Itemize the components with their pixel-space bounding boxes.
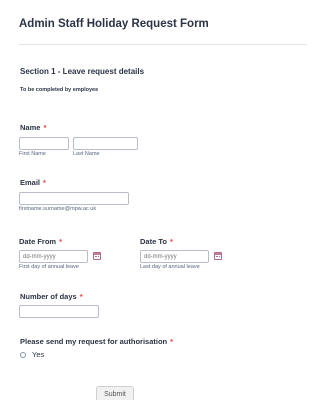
number-of-days-input[interactable]	[19, 305, 99, 318]
required-mark: *	[43, 178, 46, 187]
name-label-text: Name	[20, 123, 41, 132]
title-divider	[19, 44, 307, 45]
calendar-icon[interactable]	[214, 252, 222, 260]
authorisation-yes-label[interactable]: Yes	[32, 350, 44, 359]
authorisation-yes-radio[interactable]	[20, 352, 26, 358]
date-to-label-text: Date To	[140, 237, 167, 246]
last-name-input[interactable]	[73, 137, 138, 150]
email-label: Email *	[20, 178, 46, 187]
date-from-input[interactable]	[19, 250, 88, 263]
date-from-sublabel: First day of annual leave	[19, 264, 79, 270]
form-title: Admin Staff Holiday Request Form	[19, 18, 209, 30]
submit-button[interactable]: Submit	[96, 386, 134, 400]
authorisation-label: Please send my request for authorisation…	[20, 337, 173, 346]
required-mark: *	[170, 337, 174, 346]
email-input[interactable]	[19, 192, 129, 205]
section-title: Section 1 - Leave request details	[20, 67, 145, 76]
email-sublabel: firstname.surname@mpw.ac.uk	[19, 206, 97, 212]
last-name-sublabel: Last Name	[73, 151, 100, 157]
calendar-icon[interactable]	[93, 252, 101, 260]
email-label-text: Email	[20, 178, 41, 187]
date-to-label: Date To *	[140, 237, 173, 246]
required-mark: *	[43, 123, 47, 132]
section-subtitle: To be completed by employee	[20, 87, 99, 93]
number-of-days-label: Number of days *	[20, 292, 83, 301]
date-from-label: Date From *	[19, 237, 62, 246]
date-to-input[interactable]	[140, 250, 209, 263]
number-of-days-label-text: Number of days	[20, 292, 77, 301]
name-label: Name *	[20, 123, 46, 132]
date-from-label-text: Date From	[19, 237, 57, 246]
required-mark: *	[79, 292, 83, 301]
first-name-sublabel: First Name	[19, 151, 46, 157]
authorisation-label-text: Please send my request for authorisation	[20, 337, 168, 346]
required-mark: *	[59, 237, 63, 246]
first-name-input[interactable]	[19, 137, 69, 150]
required-mark: *	[169, 237, 173, 246]
date-to-sublabel: Last day of annual leave	[140, 264, 200, 270]
